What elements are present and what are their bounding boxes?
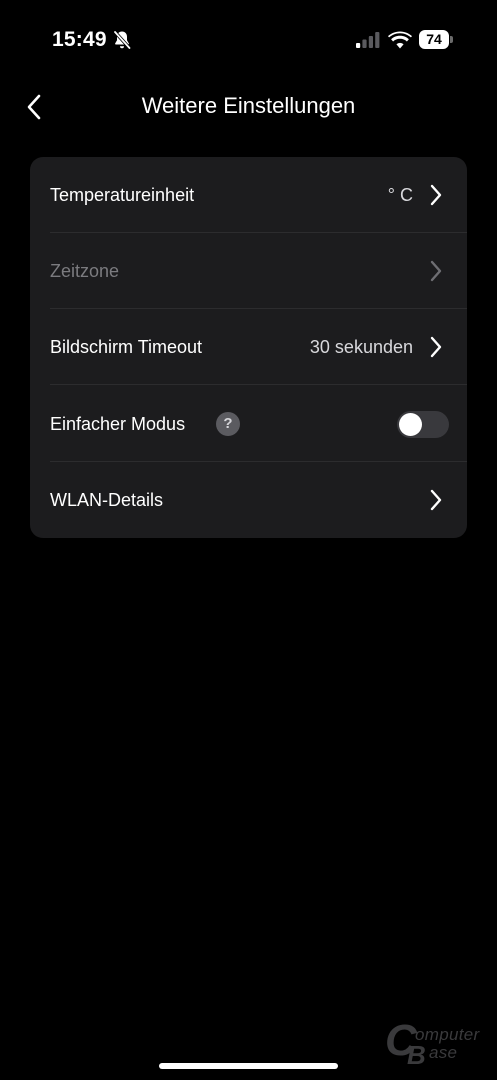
help-icon[interactable]: ?: [216, 412, 240, 436]
bell-slash-icon: [113, 30, 131, 50]
row-value-temperature-unit: ° C: [387, 185, 413, 205]
chevron-right-icon: [430, 184, 442, 206]
chevron-right-icon: [430, 336, 442, 358]
battery-cap: [450, 36, 453, 43]
row-label-temperature-unit: Temperatureinheit: [50, 185, 195, 205]
settings-row-simple-mode: Einfacher Modus ?: [30, 386, 467, 462]
settings-row-temperature-unit[interactable]: Temperatureinheit ° C: [30, 157, 467, 233]
settings-row-screen-timeout[interactable]: Bildschirm Timeout 30 sekunden: [30, 309, 467, 385]
wifi-icon: [388, 31, 412, 49]
settings-row-timezone[interactable]: Zeitzone: [30, 233, 467, 309]
status-bar: 15:49 74: [0, 0, 497, 80]
chevron-right-icon: [430, 260, 442, 282]
cellular-signal-icon: [356, 32, 380, 48]
row-label-wlan-details: WLAN-Details: [50, 490, 164, 510]
watermark-line2: ase: [429, 1043, 458, 1062]
toggle-knob: [399, 413, 422, 436]
home-indicator[interactable]: [159, 1063, 338, 1069]
watermark-letter-b: B: [407, 1040, 426, 1070]
row-label-screen-timeout: Bildschirm Timeout: [50, 337, 203, 357]
nav-header: Weitere Einstellungen: [0, 84, 497, 130]
battery-icon: 74: [419, 30, 453, 49]
settings-row-wlan-details[interactable]: WLAN-Details: [30, 462, 467, 538]
page-title: Weitere Einstellungen: [141, 93, 356, 118]
battery-level: 74: [419, 30, 449, 49]
chevron-right-icon: [430, 489, 442, 511]
computerbase-watermark: C B omputer ase: [385, 1018, 489, 1070]
row-label-timezone: Zeitzone: [50, 261, 120, 281]
simple-mode-toggle[interactable]: [397, 411, 449, 438]
status-time: 15:49: [52, 28, 107, 51]
row-value-screen-timeout: 30 sekunden: [309, 337, 413, 357]
row-label-simple-mode: Einfacher Modus: [50, 414, 186, 434]
watermark-line1: omputer: [415, 1025, 480, 1044]
settings-card: Temperatureinheit ° C Zeitzone Bildschir…: [30, 157, 467, 538]
